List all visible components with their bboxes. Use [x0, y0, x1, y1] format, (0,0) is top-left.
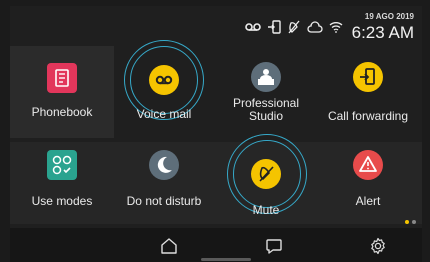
- alert-tile[interactable]: Alert: [318, 146, 418, 212]
- mute-status-icon: [287, 20, 301, 34]
- moon-icon: [149, 150, 179, 180]
- status-icons: [245, 20, 343, 34]
- phonebook-icon: [47, 63, 77, 93]
- settings-icon: [371, 237, 385, 255]
- status-time: 6:23 AM: [351, 23, 414, 42]
- screen: 19 AGO 2019 6:23 AM Phonebook Voice mail…: [10, 6, 422, 262]
- mute-label: Mute: [252, 203, 280, 217]
- home-button[interactable]: [157, 235, 181, 257]
- professional-studio-label: Professional Studio: [232, 96, 300, 123]
- use-modes-tile[interactable]: Use modes: [12, 146, 112, 212]
- do-not-disturb-tile[interactable]: Do not disturb: [114, 146, 214, 212]
- do-not-disturb-label: Do not disturb: [126, 194, 202, 208]
- voicemail-icon: [149, 65, 179, 95]
- page-indicator: [405, 220, 416, 224]
- call-forward-icon: [353, 62, 383, 92]
- voice-mail-tile[interactable]: Voice mail: [114, 56, 214, 122]
- status-bar: 19 AGO 2019 6:23 AM: [10, 6, 422, 46]
- call-forwarding-label: Call forwarding: [327, 109, 409, 123]
- cloud-icon: [307, 21, 323, 33]
- use-modes-icon: [47, 150, 77, 180]
- alert-icon: [353, 150, 383, 180]
- page-dot: [412, 220, 416, 224]
- mute-tile[interactable]: Mute: [216, 146, 316, 217]
- voicemail-status-icon: [245, 22, 261, 32]
- voice-mail-label: Voice mail: [136, 107, 192, 121]
- wifi-icon: [329, 21, 343, 33]
- settings-button[interactable]: [366, 235, 390, 257]
- home-indicator[interactable]: [201, 258, 251, 261]
- home-icon: [161, 238, 177, 254]
- phonebook-label: Phonebook: [31, 105, 93, 119]
- professional-studio-tile[interactable]: Professional Studio: [216, 56, 316, 123]
- phonebook-tile[interactable]: Phonebook: [12, 56, 112, 122]
- messages-button[interactable]: [262, 235, 286, 257]
- status-date: 19 AGO 2019: [364, 12, 414, 21]
- alert-label: Alert: [355, 194, 381, 208]
- mute-icon: [251, 159, 281, 189]
- page-dot-active: [405, 220, 409, 224]
- call-forward-status-icon: [267, 20, 281, 34]
- call-forwarding-tile[interactable]: Call forwarding: [318, 56, 418, 123]
- reception-desk-icon: [251, 62, 281, 92]
- message-icon: [266, 239, 282, 254]
- use-modes-label: Use modes: [31, 194, 93, 208]
- nav-bar: [10, 228, 422, 262]
